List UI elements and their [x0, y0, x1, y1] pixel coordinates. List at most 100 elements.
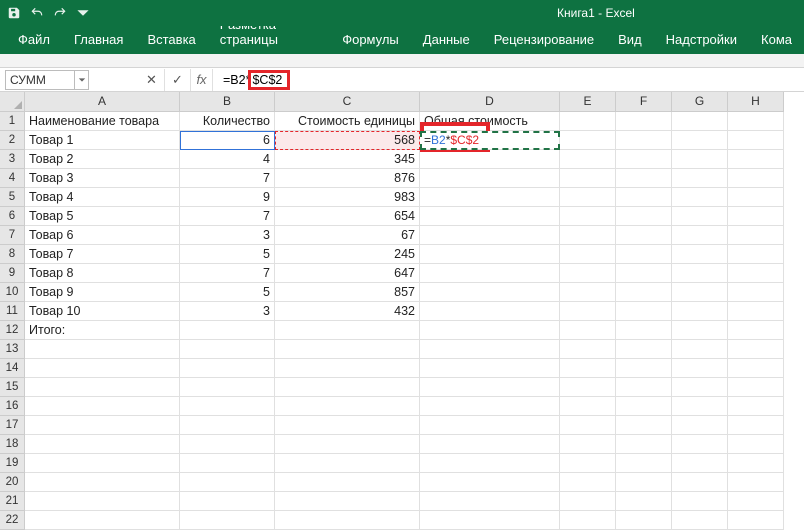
cell[interactable] — [728, 435, 784, 454]
cell[interactable]: 9 — [180, 188, 275, 207]
cell[interactable] — [672, 264, 728, 283]
cell[interactable] — [672, 188, 728, 207]
cell[interactable]: 5 — [180, 245, 275, 264]
tab-file[interactable]: Файл — [6, 26, 62, 54]
cell[interactable] — [616, 378, 672, 397]
cell[interactable]: Количество — [180, 112, 275, 131]
row-header[interactable]: 19 — [0, 454, 25, 473]
cell[interactable] — [560, 207, 616, 226]
row-header[interactable]: 9 — [0, 264, 25, 283]
cell[interactable]: Товар 7 — [25, 245, 180, 264]
cell[interactable] — [180, 321, 275, 340]
row-header[interactable]: 18 — [0, 435, 25, 454]
cell[interactable] — [560, 435, 616, 454]
row-header[interactable]: 21 — [0, 492, 25, 511]
cell[interactable]: 857 — [275, 283, 420, 302]
name-box[interactable]: СУММ — [5, 70, 75, 90]
cell[interactable] — [616, 473, 672, 492]
cell[interactable] — [616, 264, 672, 283]
cell[interactable] — [420, 188, 560, 207]
cell[interactable] — [616, 131, 672, 150]
row-header[interactable]: 13 — [0, 340, 25, 359]
cell[interactable] — [420, 492, 560, 511]
cell[interactable] — [616, 416, 672, 435]
cell[interactable] — [728, 416, 784, 435]
col-header[interactable]: C — [275, 92, 420, 112]
col-header[interactable]: A — [25, 92, 180, 112]
cell[interactable] — [672, 435, 728, 454]
cell[interactable]: Товар 2 — [25, 150, 180, 169]
cell[interactable] — [25, 435, 180, 454]
cell[interactable]: Стоимость единицы — [275, 112, 420, 131]
cell[interactable] — [672, 378, 728, 397]
cell[interactable] — [672, 207, 728, 226]
row-header[interactable]: 14 — [0, 359, 25, 378]
tab-view[interactable]: Вид — [606, 26, 654, 54]
cell[interactable] — [420, 435, 560, 454]
tab-team[interactable]: Кома — [749, 26, 804, 54]
cell[interactable] — [560, 511, 616, 530]
cell[interactable] — [25, 340, 180, 359]
cell[interactable] — [616, 435, 672, 454]
tab-addins[interactable]: Надстройки — [654, 26, 749, 54]
cell[interactable] — [616, 492, 672, 511]
cell[interactable] — [728, 378, 784, 397]
cell[interactable] — [180, 492, 275, 511]
cell[interactable] — [560, 188, 616, 207]
cell[interactable] — [616, 302, 672, 321]
row-header[interactable]: 7 — [0, 226, 25, 245]
cell[interactable] — [728, 454, 784, 473]
row-header[interactable]: 4 — [0, 169, 25, 188]
cell[interactable]: Товар 8 — [25, 264, 180, 283]
row-header[interactable]: 6 — [0, 207, 25, 226]
cell[interactable]: Товар 9 — [25, 283, 180, 302]
cell[interactable] — [560, 150, 616, 169]
cell[interactable] — [672, 473, 728, 492]
cell[interactable] — [560, 473, 616, 492]
cell[interactable] — [420, 226, 560, 245]
cell[interactable]: 568 — [275, 131, 420, 150]
cell[interactable] — [616, 226, 672, 245]
cell[interactable]: 432 — [275, 302, 420, 321]
cell[interactable] — [560, 226, 616, 245]
cell[interactable]: 3 — [180, 302, 275, 321]
row-header[interactable]: 20 — [0, 473, 25, 492]
cell[interactable]: Итого: — [25, 321, 180, 340]
cell[interactable] — [420, 511, 560, 530]
row-header[interactable]: 11 — [0, 302, 25, 321]
cell[interactable] — [275, 454, 420, 473]
cell[interactable] — [560, 492, 616, 511]
cell[interactable] — [728, 492, 784, 511]
cell[interactable]: Товар 4 — [25, 188, 180, 207]
cell[interactable] — [180, 511, 275, 530]
cell[interactable] — [560, 169, 616, 188]
formula-input[interactable]: =B2*$C$2 — [219, 69, 804, 91]
tab-data[interactable]: Данные — [411, 26, 482, 54]
cell[interactable] — [180, 454, 275, 473]
cell[interactable] — [560, 359, 616, 378]
cell[interactable] — [560, 283, 616, 302]
cell[interactable]: 876 — [275, 169, 420, 188]
cell[interactable] — [180, 397, 275, 416]
cell[interactable] — [275, 435, 420, 454]
cell[interactable] — [728, 112, 784, 131]
cell[interactable] — [672, 169, 728, 188]
enter-formula-icon[interactable]: ✓ — [165, 69, 191, 91]
cell[interactable] — [728, 226, 784, 245]
cell[interactable]: Товар 5 — [25, 207, 180, 226]
cell[interactable] — [616, 454, 672, 473]
cell[interactable] — [672, 511, 728, 530]
cell[interactable] — [25, 492, 180, 511]
col-header[interactable]: G — [672, 92, 728, 112]
cell[interactable] — [560, 340, 616, 359]
cell[interactable] — [616, 150, 672, 169]
row-header[interactable]: 10 — [0, 283, 25, 302]
col-header[interactable]: D — [420, 92, 560, 112]
cell[interactable] — [420, 302, 560, 321]
save-icon[interactable] — [6, 5, 22, 21]
cell[interactable] — [616, 359, 672, 378]
row-header[interactable]: 15 — [0, 378, 25, 397]
cell[interactable]: 5 — [180, 283, 275, 302]
cell[interactable] — [275, 397, 420, 416]
cell[interactable] — [672, 302, 728, 321]
